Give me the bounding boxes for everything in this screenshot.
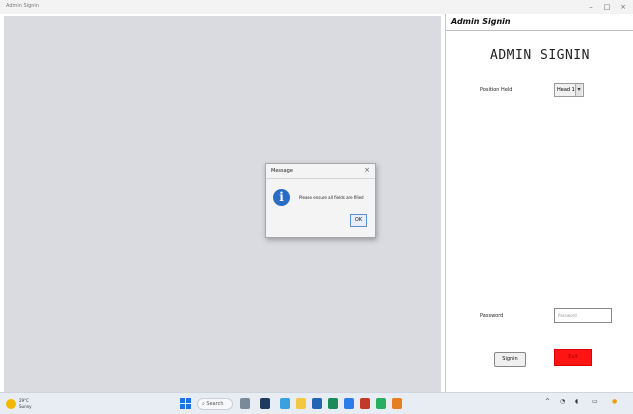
maximize-button[interactable]: □ bbox=[600, 2, 614, 12]
sun-icon bbox=[6, 399, 16, 409]
store-icon[interactable] bbox=[312, 398, 322, 409]
panel-header: Admin Signin bbox=[451, 17, 511, 26]
battery-icon[interactable]: ▭ bbox=[592, 398, 598, 405]
close-icon[interactable]: × bbox=[364, 166, 370, 174]
ok-button[interactable]: OK bbox=[350, 214, 367, 227]
signin-panel: Admin Signin ADMIN SIGNIN Position Held … bbox=[445, 14, 633, 392]
notification-icon[interactable]: ● bbox=[612, 398, 617, 405]
position-select[interactable]: Head 1 ▾ bbox=[554, 83, 584, 97]
exit-button[interactable]: Exit bbox=[554, 349, 592, 366]
window-titlebar: Admin Signin – □ × bbox=[0, 0, 633, 14]
mail-icon[interactable] bbox=[344, 398, 354, 409]
app-icon[interactable] bbox=[360, 398, 370, 409]
app-icon[interactable] bbox=[376, 398, 386, 409]
speaker-icon[interactable]: ◖ bbox=[575, 398, 578, 405]
divider bbox=[446, 30, 633, 31]
info-icon: i bbox=[273, 189, 290, 206]
signin-button[interactable]: Signin bbox=[494, 352, 526, 367]
weather-temp: 29°C bbox=[19, 398, 29, 403]
search-icon: ⌕ bbox=[202, 401, 205, 407]
widgets-icon[interactable] bbox=[240, 398, 250, 409]
page-title: ADMIN SIGNIN bbox=[490, 48, 590, 63]
chevron-down-icon[interactable]: ▾ bbox=[575, 84, 582, 96]
password-field[interactable]: Password bbox=[554, 308, 612, 323]
task-view-icon[interactable] bbox=[260, 398, 270, 409]
chevron-up-icon[interactable]: ^ bbox=[545, 398, 550, 405]
wifi-icon[interactable]: ◔ bbox=[560, 398, 565, 405]
chrome-icon[interactable] bbox=[328, 398, 338, 409]
divider bbox=[266, 178, 375, 179]
message-dialog: Message × i Please ensure all fields are… bbox=[265, 163, 376, 238]
minimize-button[interactable]: – bbox=[584, 2, 598, 12]
start-icon[interactable] bbox=[180, 398, 191, 409]
search-label: Search bbox=[206, 401, 224, 407]
taskbar-search[interactable]: ⌕ Search bbox=[197, 398, 233, 410]
dialog-title: Message bbox=[271, 168, 293, 174]
java-icon[interactable] bbox=[392, 398, 402, 409]
file-explorer-icon[interactable] bbox=[296, 398, 306, 409]
password-label: Password bbox=[480, 313, 504, 319]
position-select-value: Head 1 bbox=[557, 87, 575, 93]
browser-icon[interactable] bbox=[280, 398, 290, 409]
position-label: Position Held bbox=[480, 87, 513, 93]
window-title: Admin Signin bbox=[6, 3, 39, 9]
dialog-message: Please ensure all fields are filled bbox=[299, 195, 364, 200]
weather-text: 29°C Sunny bbox=[19, 398, 32, 410]
weather-desc: Sunny bbox=[19, 404, 32, 409]
close-window-button[interactable]: × bbox=[616, 2, 630, 12]
taskbar: 29°C Sunny ⌕ Search ^ ◔ ◖ ▭ ● bbox=[0, 392, 633, 414]
